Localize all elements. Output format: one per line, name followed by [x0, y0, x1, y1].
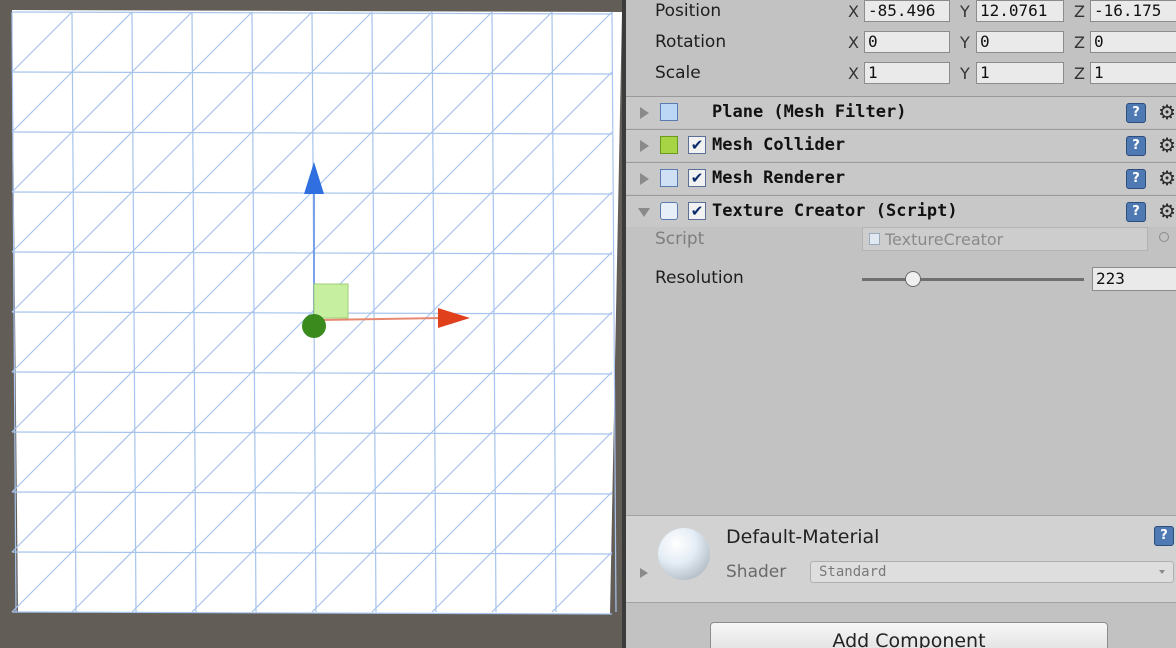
scale-y-field[interactable]: 1	[976, 62, 1064, 84]
scale-z-axis-label: Z	[1074, 64, 1085, 83]
script-file-icon	[869, 233, 880, 245]
component-header-mesh-renderer[interactable]: ✔ Mesh Renderer ? ⚙	[626, 162, 1176, 194]
material-preview-sphere	[658, 528, 710, 580]
slider-track	[862, 278, 1084, 281]
component-header-mesh-filter[interactable]: Plane (Mesh Filter) ? ⚙	[626, 96, 1176, 128]
help-icon[interactable]: ?	[1126, 103, 1146, 123]
position-z-axis-label: Z	[1074, 2, 1085, 21]
mesh-filter-icon	[660, 103, 678, 121]
gear-icon[interactable]: ⚙	[1158, 100, 1176, 124]
position-x-field[interactable]: -85.496	[864, 0, 950, 22]
inspector-panel: Position X -85.496 Y 12.0761 Z -16.175 R…	[622, 0, 1176, 648]
help-icon[interactable]: ?	[1126, 169, 1146, 189]
scale-y-axis-label: Y	[960, 64, 970, 83]
enabled-checkbox[interactable]: ✔	[688, 202, 706, 220]
rotation-z-axis-label: Z	[1074, 33, 1085, 52]
rotation-y-axis-label: Y	[960, 33, 970, 52]
scale-x-field[interactable]: 1	[864, 62, 950, 84]
script-label: Script	[655, 229, 705, 249]
rotation-label: Rotation	[655, 32, 727, 52]
material-foldout-icon[interactable]	[640, 568, 648, 578]
shader-dropdown-value: Standard	[819, 564, 887, 580]
chevron-down-icon	[1159, 570, 1165, 574]
foldout-arrow-icon[interactable]	[640, 173, 649, 185]
object-picker-icon[interactable]	[1159, 232, 1169, 242]
mesh-collider-icon	[660, 136, 678, 154]
foldout-arrow-icon[interactable]	[640, 140, 649, 152]
position-z-field[interactable]: -16.175	[1090, 0, 1176, 22]
component-header-mesh-collider[interactable]: ✔ Mesh Collider ? ⚙	[626, 129, 1176, 161]
shader-label: Shader	[726, 562, 787, 582]
scale-z-field[interactable]: 1	[1090, 62, 1176, 84]
foldout-arrow-icon[interactable]	[640, 107, 649, 119]
plane-handle	[313, 283, 349, 319]
help-icon[interactable]: ?	[1126, 202, 1146, 222]
foldout-arrow-icon[interactable]	[638, 208, 650, 217]
center-handle	[302, 314, 326, 338]
script-object-value: TextureCreator	[885, 230, 1004, 249]
add-component-label: Add Component	[832, 630, 986, 648]
help-icon[interactable]: ?	[1126, 136, 1146, 156]
position-y-axis-label: Y	[960, 2, 970, 21]
scene-view[interactable]	[0, 0, 622, 648]
scale-x-axis-label: X	[848, 64, 859, 83]
rotation-x-field[interactable]: 0	[864, 31, 950, 53]
material-help-icon[interactable]: ?	[1154, 526, 1174, 546]
scale-label: Scale	[655, 63, 701, 83]
script-icon	[660, 202, 678, 220]
shader-dropdown[interactable]: Standard	[810, 561, 1174, 583]
rotation-z-field[interactable]: 0	[1090, 31, 1176, 53]
resolution-field[interactable]: 223	[1092, 267, 1176, 291]
enabled-checkbox[interactable]: ✔	[688, 136, 706, 154]
resolution-label: Resolution	[655, 268, 744, 288]
resolution-slider[interactable]	[862, 270, 1084, 290]
position-label: Position	[655, 1, 722, 21]
add-component-button[interactable]: Add Component	[710, 622, 1108, 648]
position-y-field[interactable]: 12.0761	[976, 0, 1064, 22]
script-object-field: TextureCreator	[862, 227, 1148, 251]
slider-thumb[interactable]	[905, 271, 921, 287]
enabled-checkbox[interactable]: ✔	[688, 169, 706, 187]
mesh-renderer-icon	[660, 169, 678, 187]
rotation-y-field[interactable]: 0	[976, 31, 1064, 53]
scene-viewport[interactable]	[0, 0, 622, 648]
gear-icon[interactable]: ⚙	[1158, 133, 1176, 157]
gear-icon[interactable]: ⚙	[1158, 199, 1176, 223]
material-section: Default-Material Shader Standard ?	[626, 515, 1176, 603]
component-title: Mesh Renderer	[712, 168, 846, 188]
component-title: Mesh Collider	[712, 135, 846, 155]
component-title: Texture Creator (Script)	[712, 201, 958, 221]
position-x-axis-label: X	[848, 2, 859, 21]
gear-icon[interactable]: ⚙	[1158, 166, 1176, 190]
rotation-x-axis-label: X	[848, 33, 859, 52]
component-title: Plane (Mesh Filter)	[712, 102, 907, 122]
component-header-texture-creator[interactable]: ✔ Texture Creator (Script) ? ⚙	[626, 195, 1176, 227]
material-name: Default-Material	[726, 526, 880, 548]
